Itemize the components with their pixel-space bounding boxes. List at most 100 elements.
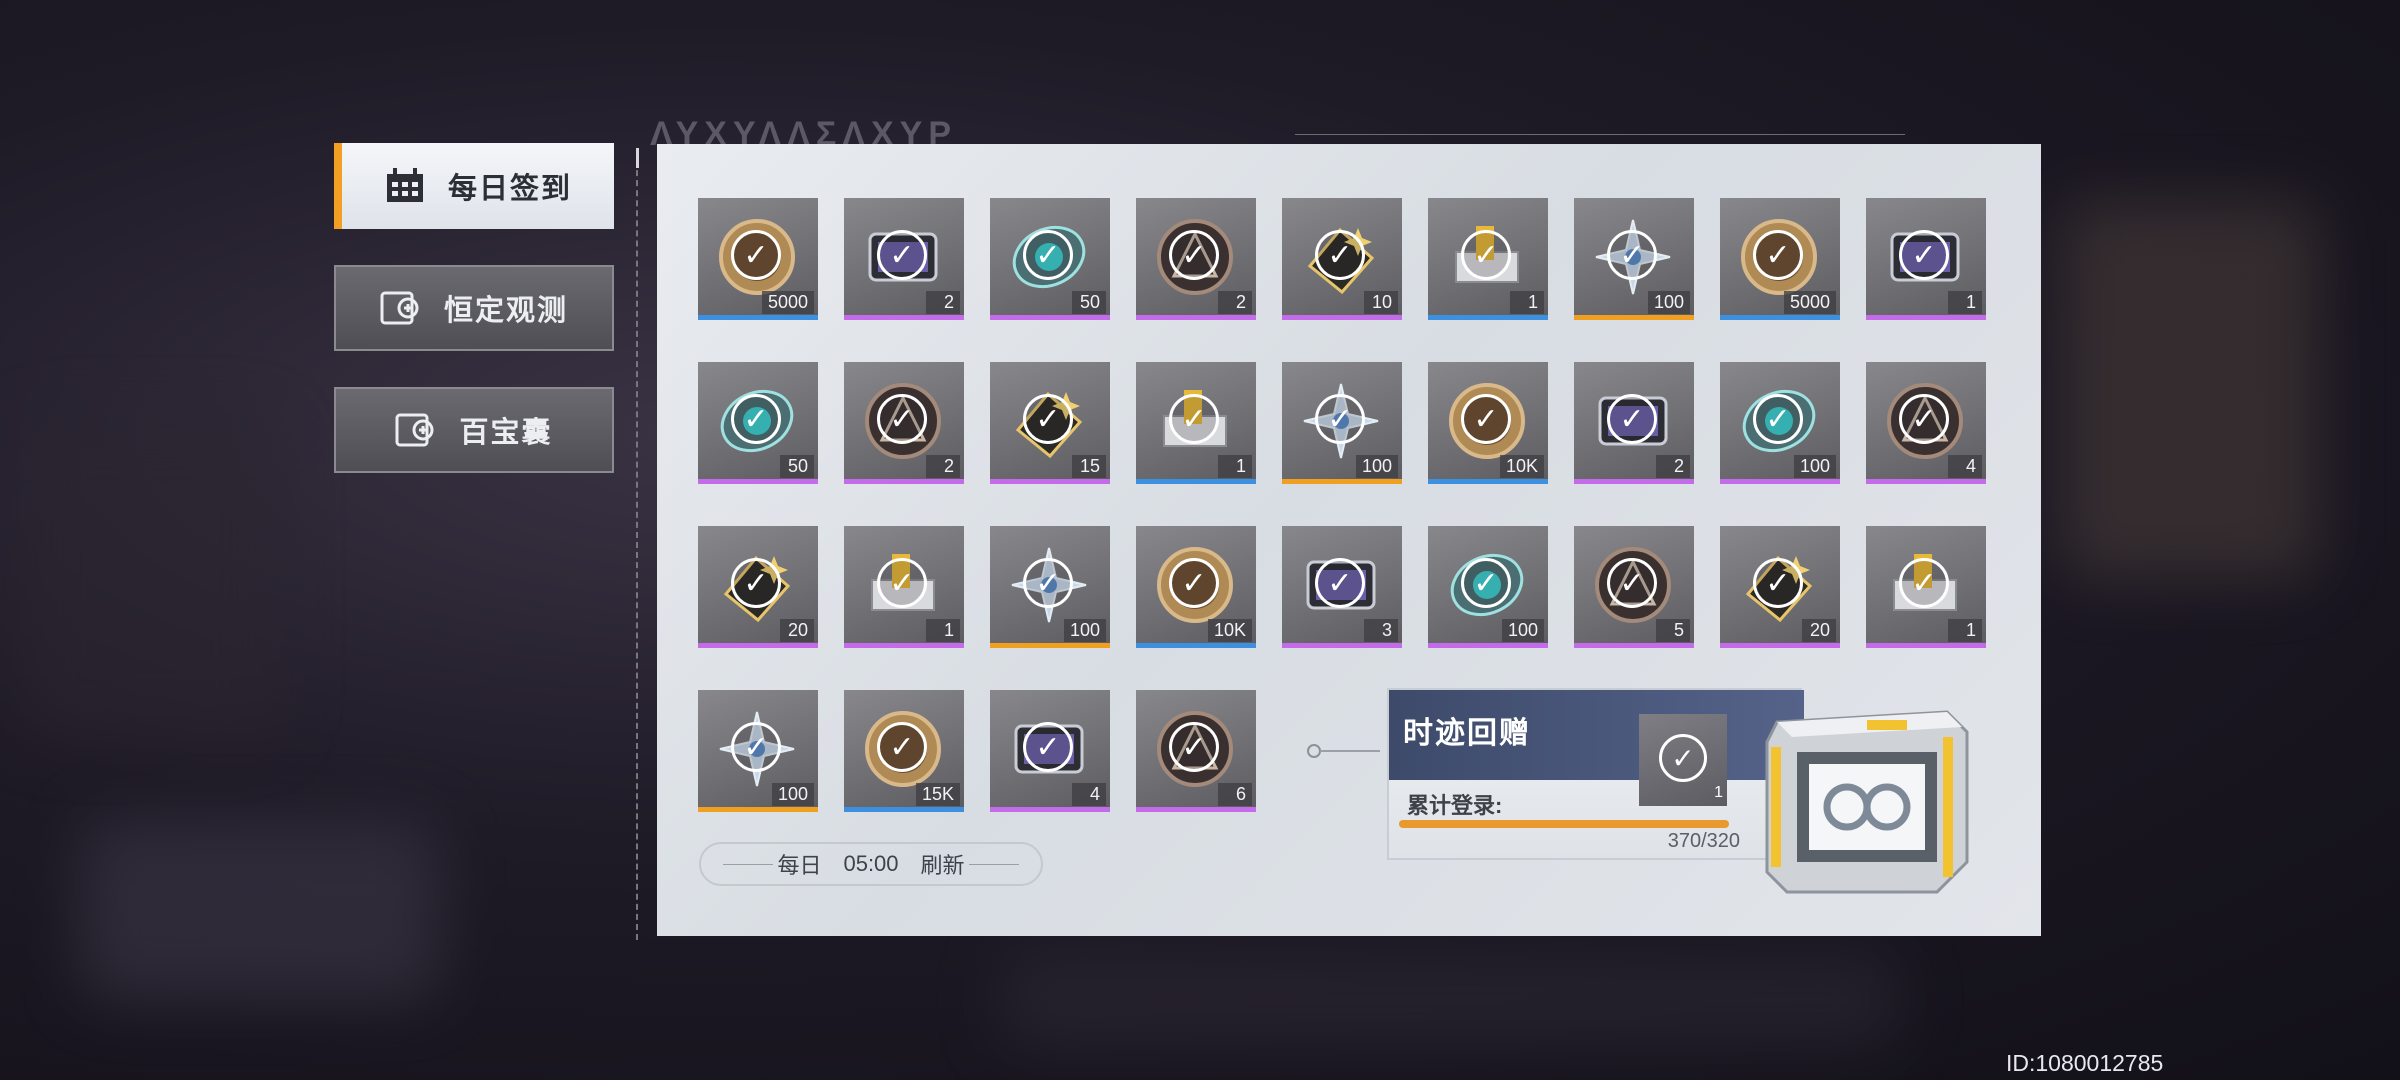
reward-item[interactable]: ✓ 20 (698, 526, 818, 648)
rarity-bar (844, 479, 964, 484)
reward-qty: 2 (1656, 455, 1690, 478)
reward-item[interactable]: ✓ 100 (1574, 198, 1694, 320)
rarity-bar (698, 479, 818, 484)
reward-item[interactable]: ✓ 6 (1136, 690, 1256, 812)
bonus-progress-fill (1399, 820, 1729, 828)
claimed-check-icon: ✓ (1023, 558, 1073, 608)
reward-item[interactable]: ✓ 3 (1282, 526, 1402, 648)
reward-qty: 10K (1499, 455, 1544, 478)
rarity-bar (1574, 315, 1694, 320)
reward-item[interactable]: ✓ 2 (844, 362, 964, 484)
reward-qty: 5000 (1783, 291, 1836, 314)
rarity-bar (844, 807, 964, 812)
reward-qty: 100 (1063, 619, 1106, 642)
claimed-check-icon: ✓ (877, 558, 927, 608)
reward-item[interactable]: ✓ 1 (1428, 198, 1548, 320)
tab-label: 百宝囊 (459, 417, 553, 449)
reward-qty: 10 (1364, 291, 1398, 314)
reward-item[interactable]: ✓ 20 (1720, 526, 1840, 648)
reward-item[interactable]: ✓ 2 (844, 198, 964, 320)
rarity-bar (1574, 479, 1694, 484)
tab-constant-observation[interactable]: 恒定观测 (334, 265, 614, 351)
reward-item[interactable]: ✓ 1 (1136, 362, 1256, 484)
claimed-check-icon: ✓ (1607, 230, 1657, 280)
claimed-check-icon: ✓ (877, 394, 927, 444)
claimed-check-icon: ✓ (731, 558, 781, 608)
rarity-bar (1866, 315, 1986, 320)
rarity-bar (1282, 643, 1402, 648)
reward-qty: 20 (780, 619, 814, 642)
rarity-bar (698, 807, 818, 812)
reward-item[interactable]: ✓ 50 (698, 362, 818, 484)
reward-item[interactable]: ✓ 100 (990, 526, 1110, 648)
header-rule (1295, 134, 1905, 135)
reward-item[interactable]: ✓ 50 (990, 198, 1110, 320)
claimed-check-icon: ✓ (1023, 230, 1073, 280)
treasure-bag-icon (395, 411, 437, 449)
reward-item[interactable]: ✓ 5 (1574, 526, 1694, 648)
bonus-label: 累计登录: (1407, 793, 1503, 818)
rarity-bar (1282, 315, 1402, 320)
claimed-check-icon: ✓ (1607, 558, 1657, 608)
claimed-check-icon: ✓ (1461, 394, 1511, 444)
reward-qty: 15K (915, 783, 960, 806)
checkin-panel: ✓ 5000 ✓ 2 ✓ 50 ✓ 2 ✓ 10 ✓ 1 ✓ 100 ✓ 5000 ✓ 1 ✓ 50 ✓ 2 ✓ 15 ✓ 1 ✓ 1… (657, 144, 2041, 936)
reward-item[interactable]: ✓ 10K (1428, 362, 1548, 484)
reward-qty: 4 (1948, 455, 1982, 478)
tab-daily-checkin[interactable]: 每日签到 (334, 143, 614, 229)
claimed-check-icon: ✓ (1753, 394, 1803, 444)
refresh-notice: 每日 05:00 刷新 (699, 842, 1043, 886)
reward-item[interactable]: ✓ 15K (844, 690, 964, 812)
reward-item[interactable]: ✓ 10 (1282, 198, 1402, 320)
bonus-title: 时迹回赠 (1403, 717, 1531, 750)
reward-qty: 2 (926, 455, 960, 478)
reward-item[interactable]: ✓ 1 (1866, 526, 1986, 648)
claimed-check-icon: ✓ (1899, 558, 1949, 608)
claimed-check-icon: ✓ (1461, 558, 1511, 608)
calendar-icon (384, 167, 426, 205)
claimed-check-icon: ✓ (877, 230, 927, 280)
reward-item[interactable]: ✓ 5000 (1720, 198, 1840, 320)
reward-item[interactable]: ✓ 5000 (698, 198, 818, 320)
claimed-check-icon: ✓ (1659, 734, 1707, 782)
rarity-bar (1136, 643, 1256, 648)
reward-item[interactable]: ✓ 100 (1428, 526, 1548, 648)
claimed-check-icon: ✓ (1169, 230, 1219, 280)
reward-qty: 50 (1072, 291, 1106, 314)
rarity-bar (698, 643, 818, 648)
sidebar-divider-cap (636, 148, 639, 168)
reward-item[interactable]: ✓ 2 (1574, 362, 1694, 484)
reward-qty: 100 (1793, 455, 1836, 478)
rarity-bar (1866, 479, 1986, 484)
bonus-header: 时迹回赠 (1389, 690, 1804, 780)
tab-label: 恒定观测 (443, 295, 568, 327)
reward-item[interactable]: ✓ 1 (844, 526, 964, 648)
reward-item[interactable]: ✓ 1 (1866, 198, 1986, 320)
rarity-bar (1136, 315, 1256, 320)
connector-node (1307, 744, 1321, 758)
reward-item[interactable]: ✓ 10K (1136, 526, 1256, 648)
reward-item[interactable]: ✓ 100 (1282, 362, 1402, 484)
rarity-bar (990, 643, 1110, 648)
reward-chest-icon[interactable] (1747, 692, 1977, 902)
reward-qty: 4 (1072, 783, 1106, 806)
reward-qty: 5000 (761, 291, 814, 314)
reward-qty: 1 (1948, 619, 1982, 642)
reward-item[interactable]: ✓ 4 (1866, 362, 1986, 484)
bonus-progress-bar (1399, 820, 1729, 828)
reward-item[interactable]: ✓ 15 (990, 362, 1110, 484)
reward-qty: 2 (1218, 291, 1252, 314)
reward-qty: 100 (1501, 619, 1544, 642)
reward-item[interactable]: ✓ 100 (1720, 362, 1840, 484)
rarity-bar (698, 315, 818, 320)
claimed-check-icon: ✓ (1169, 394, 1219, 444)
refresh-suffix: 刷新 (920, 853, 965, 878)
claimed-check-icon: ✓ (1753, 230, 1803, 280)
cumulative-bonus-card[interactable]: 时迹回赠 ✓ 1 累计登录: 370/320 (1387, 688, 1804, 860)
tab-treasure-bag[interactable]: 百宝囊 (334, 387, 614, 473)
reward-item[interactable]: ✓ 4 (990, 690, 1110, 812)
reward-item[interactable]: ✓ 2 (1136, 198, 1256, 320)
claimed-check-icon: ✓ (1461, 230, 1511, 280)
bonus-reward-item[interactable]: ✓ 1 (1639, 714, 1727, 806)
reward-item[interactable]: ✓ 100 (698, 690, 818, 812)
